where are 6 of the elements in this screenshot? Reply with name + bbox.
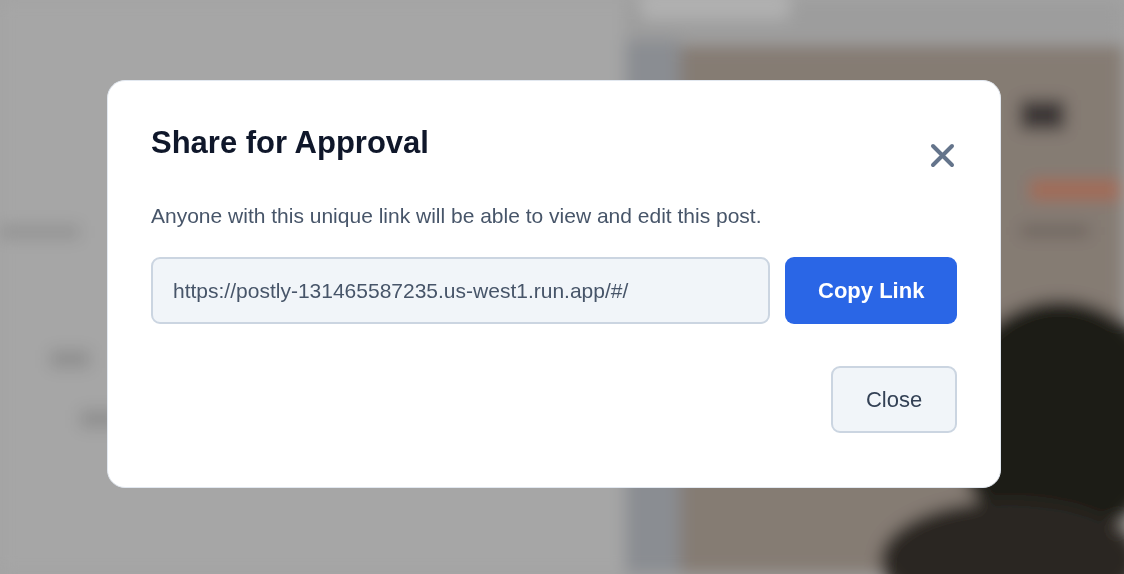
dialog-title: Share for Approval — [151, 125, 429, 161]
link-field[interactable]: https://postly-131465587235.us-west1.run.app/#/ — [151, 257, 771, 324]
close-icon[interactable] — [930, 143, 955, 168]
copy-link-button[interactable]: Copy Link — [785, 257, 957, 324]
close-button[interactable]: Close — [831, 366, 957, 433]
dialog-description: Anyone with this unique link will be able to view and edit this post. — [151, 204, 763, 228]
